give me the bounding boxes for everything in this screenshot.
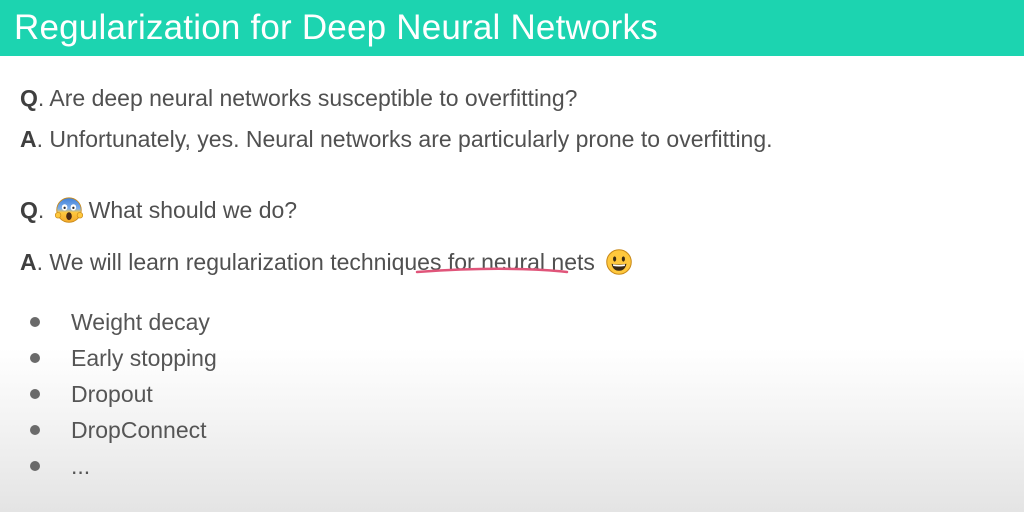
question-2-dot: .: [37, 197, 45, 223]
answer-1: A. Unfortunately, yes. Neural networks a…: [20, 125, 773, 153]
slide-title: Regularization for Deep Neural Networks: [14, 8, 658, 47]
technique-label: DropConnect: [71, 417, 207, 443]
answer-1-prefix: A: [20, 126, 37, 152]
answer-2-prefix: A: [20, 249, 37, 275]
bullet-icon: [30, 353, 40, 363]
question-1: Q. Are deep neural networks susceptible …: [20, 84, 577, 112]
question-1-prefix: Q: [20, 85, 38, 111]
technique-label: ...: [71, 453, 91, 479]
face-screaming-in-fear-icon: [54, 197, 83, 223]
question-2-text: What should we do?: [88, 197, 298, 223]
answer-1-text: . Unfortunately, yes. Neural networks ar…: [36, 126, 773, 152]
title-bar: Regularization for Deep Neural Networks: [0, 0, 1024, 56]
answer-2: A. We will learn regularization techniqu…: [20, 248, 639, 276]
technique-label: Dropout: [71, 381, 153, 407]
bullet-icon: [30, 425, 40, 435]
technique-label: Early stopping: [71, 345, 217, 371]
grinning-face-icon: [606, 249, 633, 275]
bullet-icon: [30, 317, 40, 327]
bullet-icon: [30, 461, 40, 471]
question-2: Q. What should we do?: [20, 196, 297, 224]
question-1-text: . Are deep neural networks susceptible t…: [37, 85, 578, 111]
question-2-prefix: Q: [20, 197, 38, 223]
answer-2-text: . We will learn regularization technique…: [36, 249, 595, 275]
bullet-icon: [30, 389, 40, 399]
technique-label: Weight decay: [71, 309, 210, 335]
